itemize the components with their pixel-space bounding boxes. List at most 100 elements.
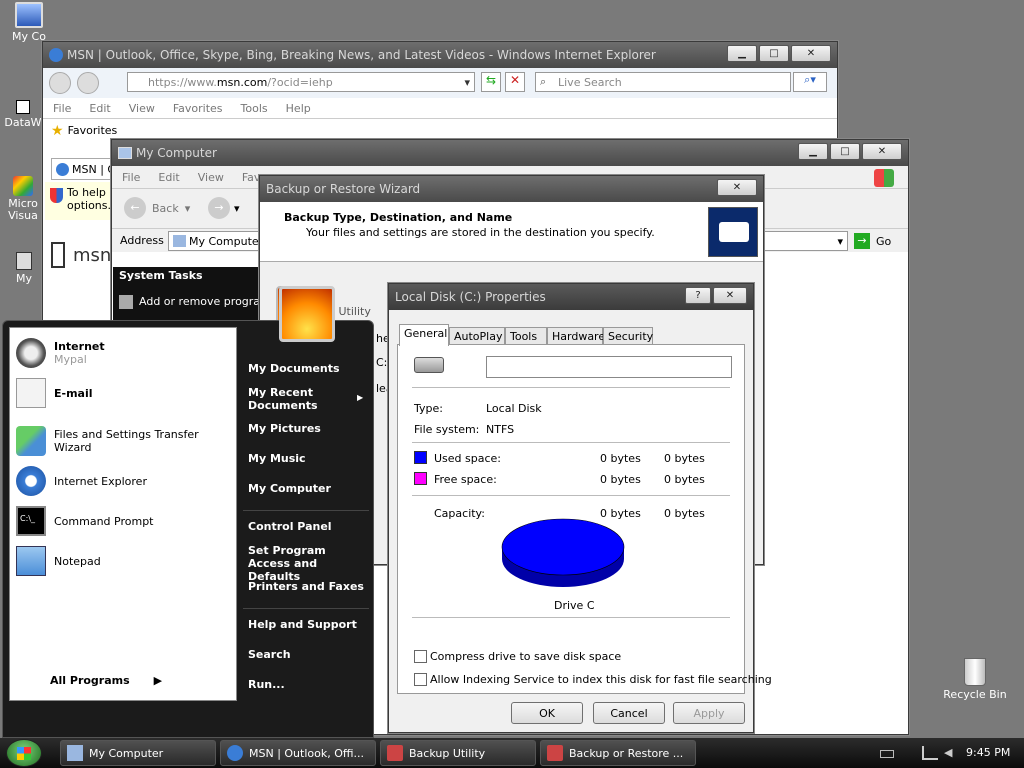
desktop-icon-label: My	[15, 272, 32, 285]
menu-view[interactable]: View	[198, 171, 224, 184]
start-item-search[interactable]: Search	[248, 648, 291, 661]
back-label: Back	[152, 201, 179, 215]
refresh-icon[interactable]: ⇆	[481, 72, 501, 92]
disk-properties-title: Local Disk (C:) Properties	[395, 290, 546, 304]
backup-wizard-titlebar[interactable]: Backup or Restore Wizard ✕	[260, 176, 763, 202]
ie-tab[interactable]: MSN | O	[51, 158, 115, 180]
tab-tools[interactable]: Tools	[505, 327, 547, 345]
ok-button[interactable]: OK	[511, 702, 583, 724]
divider	[412, 495, 730, 496]
menu-tools[interactable]: Tools	[241, 102, 268, 115]
address-bar[interactable]: https://www.msn.com/?ocid=iehp ▾	[127, 72, 475, 92]
cancel-button[interactable]: Cancel	[593, 702, 665, 724]
menu-favorites[interactable]: Favorites	[173, 102, 223, 115]
desktop-icon-my[interactable]: My	[4, 252, 44, 285]
menu-file[interactable]: File	[122, 171, 140, 184]
address-suffix: /?ocid=iehp	[267, 76, 333, 89]
all-programs-button[interactable]: All Programs ▶	[50, 674, 162, 687]
start-item-transfer-wizard[interactable]: Files and Settings Transfer Wizard	[16, 426, 236, 456]
menu-edit[interactable]: Edit	[89, 102, 110, 115]
compress-checkbox[interactable]	[414, 650, 427, 663]
close-button[interactable]: ✕	[791, 45, 831, 62]
start-item-printers-faxes[interactable]: Printers and Faxes	[248, 580, 364, 593]
minimize-button[interactable]: ▁	[798, 143, 828, 160]
start-item-control-panel[interactable]: Control Panel	[248, 520, 332, 533]
start-menu: Internet Mypal E-mail Files and Settings…	[2, 286, 374, 738]
start-item-email[interactable]: E-mail	[16, 378, 93, 408]
search-button[interactable]: ⌕▾	[793, 72, 827, 92]
close-button[interactable]: ✕	[862, 143, 902, 160]
indexing-checkbox[interactable]	[414, 673, 427, 686]
ie-titlebar[interactable]: MSN | Outlook, Office, Skype, Bing, Brea…	[43, 42, 837, 68]
taskbar-button-backup-utility[interactable]: Backup Utility	[380, 740, 536, 766]
my-computer-title: My Computer	[136, 146, 217, 160]
close-button[interactable]: ✕	[713, 287, 747, 304]
start-button[interactable]	[6, 739, 42, 767]
tab-general[interactable]: General	[399, 324, 449, 346]
taskbar-button-my-computer[interactable]: My Computer	[60, 740, 216, 766]
keyboard-tray-icon[interactable]	[880, 750, 894, 758]
desktop-icon-my-computer[interactable]: My Co	[4, 2, 54, 43]
dropdown-icon[interactable]: ▾	[837, 235, 843, 248]
pie-top	[501, 518, 625, 576]
start-item-notepad[interactable]: Notepad	[16, 546, 101, 576]
disk-properties-titlebar[interactable]: Local Disk (C:) Properties ? ✕	[389, 284, 753, 310]
maximize-button[interactable]: □	[830, 143, 860, 160]
back-button[interactable]: ← Back ▾	[124, 197, 190, 219]
start-item-run[interactable]: Run...	[248, 678, 285, 691]
windows-flag-icon	[17, 747, 31, 760]
start-item-command-prompt[interactable]: C:\_ Command Prompt	[16, 506, 154, 536]
taskbar-button-backup-wizard[interactable]: Backup or Restore ...	[540, 740, 696, 766]
start-item-internet[interactable]: Internet Mypal	[16, 338, 105, 368]
back-icon[interactable]	[49, 72, 71, 94]
menu-view[interactable]: View	[129, 102, 155, 115]
capacity-label: Capacity:	[434, 507, 485, 520]
volume-name-field[interactable]	[486, 356, 732, 378]
menu-help[interactable]: Help	[286, 102, 311, 115]
start-item-my-recent-documents[interactable]: My Recent Documents	[248, 386, 344, 412]
general-panel: Type: Local Disk File system: NTFS Used …	[397, 344, 772, 694]
forward-icon[interactable]	[77, 72, 99, 94]
maximize-button[interactable]: □	[759, 45, 789, 62]
clock[interactable]: 9:45 PM	[966, 746, 1010, 759]
tab-autoplay[interactable]: AutoPlay	[449, 327, 505, 345]
desktop-icon-dataw[interactable]: DataW	[0, 100, 46, 129]
my-computer-small-icon	[67, 745, 83, 761]
forward-button[interactable]: → ▾	[208, 197, 240, 219]
tab-security[interactable]: Security	[603, 327, 653, 345]
menu-edit[interactable]: Edit	[158, 171, 179, 184]
start-item-set-program-access[interactable]: Set Program Access and Defaults	[248, 544, 360, 583]
dropdown-icon[interactable]: ▾	[464, 76, 470, 89]
forward-arrow-icon: →	[208, 197, 230, 219]
start-item-my-documents[interactable]: My Documents	[248, 362, 340, 375]
close-button[interactable]: ✕	[717, 179, 757, 196]
network-tray-icon[interactable]	[922, 746, 938, 760]
ie-small-icon	[227, 745, 243, 761]
apply-button[interactable]: Apply	[673, 702, 745, 724]
start-item-internet-explorer[interactable]: Internet Explorer	[16, 466, 147, 496]
task-add-remove[interactable]: Add or remove program	[119, 295, 271, 309]
start-item-my-pictures[interactable]: My Pictures	[248, 422, 321, 435]
taskbar-button-msn[interactable]: MSN | Outlook, Offi...	[220, 740, 376, 766]
my-computer-titlebar[interactable]: My Computer ▁ □ ✕	[112, 140, 908, 166]
type-value: Local Disk	[486, 402, 542, 415]
help-button[interactable]: ?	[685, 287, 711, 304]
volume-tray-icon[interactable]: ◀	[944, 746, 952, 759]
tab-hardware[interactable]: Hardware	[547, 327, 605, 345]
start-item-my-computer[interactable]: My Computer	[248, 482, 331, 495]
filesystem-label: File system:	[414, 423, 480, 436]
go-button[interactable]: → Go	[854, 233, 891, 249]
desktop-icon-recycle-bin[interactable]: Recycle Bin	[940, 658, 1010, 701]
favorites-label[interactable]: Favorites	[68, 124, 118, 137]
stop-icon[interactable]: ✕	[505, 72, 525, 92]
minimize-button[interactable]: ▁	[727, 45, 757, 62]
msn-logo-icon	[51, 242, 65, 268]
desktop-icon-visual[interactable]: Micro Visua	[0, 176, 46, 222]
menu-file[interactable]: File	[53, 102, 71, 115]
start-item-help-support[interactable]: Help and Support	[248, 618, 357, 631]
transfer-wizard-icon	[16, 426, 46, 456]
start-item-my-music[interactable]: My Music	[248, 452, 306, 465]
notepad-icon	[16, 546, 46, 576]
backup-tape-icon	[708, 207, 758, 257]
search-input[interactable]: ⌕ Live Search	[535, 72, 791, 92]
